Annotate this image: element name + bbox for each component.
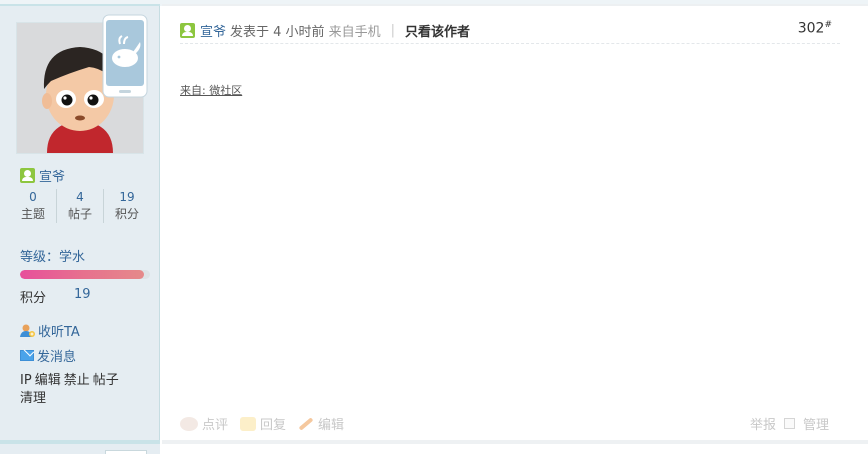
reply-label: 回复 (260, 418, 287, 433)
source-link[interactable]: 来自: 微社区 (180, 82, 242, 98)
stat-posts[interactable]: 4 帖子 (57, 189, 104, 223)
user-icon (180, 23, 195, 38)
post-admin: 举报 管理 (750, 414, 829, 433)
only-author-link[interactable]: 只看该作者 (405, 21, 470, 40)
admin-link-ip[interactable]: IP (20, 373, 32, 388)
edit-button[interactable]: 编辑 (298, 414, 344, 433)
floor-mark: # (824, 20, 832, 30)
admin-link-posts[interactable]: 帖子 (93, 373, 119, 388)
manage-checkbox[interactable] (784, 418, 796, 429)
edit-label: 编辑 (318, 418, 345, 433)
comment-button[interactable]: 点评 (180, 414, 228, 433)
level-progress-fill (20, 270, 144, 279)
stat-credits-label: 积分 (114, 207, 139, 221)
post-time: 发表于 4 小时前 (230, 25, 325, 40)
post-author-name[interactable]: 宣爷 (200, 21, 226, 40)
score-row: 积分 19 (20, 287, 91, 306)
admin-links: IP 编辑 禁止 帖子清理 (20, 372, 145, 408)
sidebar-username[interactable]: 宣爷 (39, 166, 65, 185)
floor-number[interactable]: 302# (798, 20, 832, 37)
reply-button[interactable]: 回复 (240, 414, 286, 433)
stat-posts-value: 4 (76, 190, 84, 204)
stat-posts-label: 帖子 (67, 207, 92, 221)
next-avatar-frame-edge (105, 450, 147, 454)
post-top-divider (162, 4, 868, 6)
reply-icon (240, 416, 257, 431)
comment-label: 点评 (202, 418, 229, 433)
header-separator: | (390, 23, 395, 38)
comment-icon (180, 416, 198, 431)
mobile-device-badge (102, 14, 148, 98)
admin-link-edit[interactable]: 编辑 (35, 373, 61, 388)
follow-icon (20, 323, 35, 338)
score-value: 19 (74, 287, 91, 302)
floor-number-value: 302 (797, 20, 825, 37)
manage-button[interactable]: 管理 (803, 414, 829, 433)
post-actions: 点评 回复 编辑 (180, 414, 344, 433)
admin-link-clean[interactable]: 清理 (20, 391, 46, 406)
stat-topics-value: 0 (29, 190, 37, 204)
follow-button[interactable]: 收听TA (20, 321, 80, 340)
sidebar-username-row: 宣爷 (20, 166, 65, 185)
stat-credits-value: 19 (119, 190, 135, 204)
score-label: 积分 (20, 291, 47, 306)
user-level[interactable]: 等级：学水 (20, 246, 85, 265)
user-stats: 0 主题 4 帖子 19 积分 (10, 189, 150, 223)
post-header: 宣爷 发表于 4 小时前 来自手机 | 只看该作者 302# (180, 18, 840, 44)
level-progress-bar (20, 270, 150, 279)
send-message-label: 发消息 (37, 350, 77, 365)
stat-credits[interactable]: 19 积分 (104, 189, 150, 223)
envelope-icon (20, 350, 34, 361)
admin-link-ban[interactable]: 禁止 (64, 373, 90, 388)
send-message-button[interactable]: 发消息 (20, 346, 76, 365)
author-sidebar: 宣爷 0 主题 4 帖子 19 积分 等级：学水 积分 19 收听TA 发消息 … (0, 6, 160, 444)
whale-phone-icon (102, 14, 148, 98)
post-from-mobile[interactable]: 来自手机 (329, 21, 381, 40)
edit-icon (298, 416, 314, 431)
post-bottom-divider (162, 440, 868, 444)
report-button[interactable]: 举报 (750, 414, 776, 433)
follow-label: 收听TA (38, 325, 80, 340)
user-icon (20, 168, 35, 183)
stat-topics[interactable]: 0 主题 (10, 189, 57, 223)
stat-topics-label: 主题 (20, 207, 45, 221)
